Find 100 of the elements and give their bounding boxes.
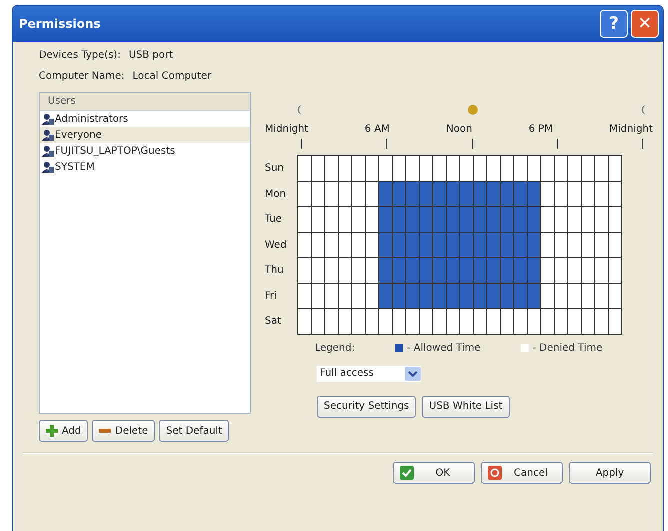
time-slot[interactable] bbox=[433, 309, 446, 334]
time-slot[interactable] bbox=[446, 309, 460, 334]
time-slot[interactable] bbox=[568, 309, 582, 334]
time-slot[interactable] bbox=[298, 284, 312, 309]
time-slot[interactable] bbox=[352, 207, 366, 232]
user-action-button[interactable]: Set Default bbox=[159, 420, 230, 442]
schedule-button[interactable]: USB White List bbox=[422, 396, 510, 418]
time-slot[interactable] bbox=[325, 207, 338, 232]
time-slot[interactable] bbox=[595, 207, 608, 232]
time-slot[interactable] bbox=[460, 309, 474, 334]
time-slot[interactable] bbox=[474, 309, 487, 334]
time-slot[interactable] bbox=[582, 309, 595, 334]
time-slot[interactable] bbox=[528, 309, 541, 334]
time-slot[interactable] bbox=[500, 309, 514, 334]
time-slot[interactable] bbox=[554, 309, 568, 334]
time-slot[interactable] bbox=[487, 309, 500, 334]
time-slot[interactable] bbox=[406, 156, 420, 182]
time-slot[interactable] bbox=[379, 309, 392, 334]
time-slot[interactable] bbox=[541, 207, 554, 232]
time-slot[interactable] bbox=[325, 284, 338, 309]
time-slot[interactable] bbox=[338, 258, 352, 284]
time-slot[interactable] bbox=[541, 182, 554, 207]
dialog-button[interactable]: Apply bbox=[569, 462, 651, 484]
time-slot[interactable] bbox=[352, 232, 366, 258]
time-slot[interactable] bbox=[366, 258, 379, 284]
time-slot[interactable] bbox=[568, 284, 582, 309]
time-slot[interactable] bbox=[554, 258, 568, 284]
time-slot[interactable] bbox=[608, 156, 622, 182]
user-item[interactable]: Everyone bbox=[40, 127, 250, 143]
dialog-button[interactable]: OK bbox=[393, 462, 475, 484]
time-slot[interactable] bbox=[541, 258, 554, 284]
time-slot[interactable] bbox=[325, 258, 338, 284]
time-slot[interactable] bbox=[352, 258, 366, 284]
time-slot[interactable] bbox=[352, 182, 366, 207]
time-slot[interactable] bbox=[325, 232, 338, 258]
time-slot[interactable] bbox=[298, 156, 312, 182]
time-slot[interactable] bbox=[608, 309, 622, 334]
time-slot[interactable] bbox=[420, 156, 433, 182]
time-slot[interactable] bbox=[541, 156, 554, 182]
time-slot[interactable] bbox=[298, 232, 312, 258]
time-slot[interactable] bbox=[352, 284, 366, 309]
time-slot[interactable] bbox=[433, 156, 446, 182]
time-slot[interactable] bbox=[595, 258, 608, 284]
time-slot[interactable] bbox=[325, 156, 338, 182]
time-slot[interactable] bbox=[446, 156, 460, 182]
time-slot[interactable] bbox=[392, 156, 406, 182]
time-slot[interactable] bbox=[595, 232, 608, 258]
time-slot[interactable] bbox=[392, 309, 406, 334]
time-slot[interactable] bbox=[568, 258, 582, 284]
time-slot[interactable] bbox=[312, 156, 325, 182]
time-slot[interactable] bbox=[366, 309, 379, 334]
time-slot[interactable] bbox=[420, 309, 433, 334]
time-slot[interactable] bbox=[568, 182, 582, 207]
help-button[interactable]: ? bbox=[600, 10, 628, 38]
time-slot[interactable] bbox=[298, 309, 312, 334]
time-slot[interactable] bbox=[568, 156, 582, 182]
user-item[interactable]: FUJITSU_LAPTOP\Guests bbox=[40, 143, 250, 159]
time-slot[interactable] bbox=[312, 258, 325, 284]
time-slot[interactable] bbox=[514, 309, 528, 334]
time-slot[interactable] bbox=[338, 207, 352, 232]
user-item[interactable]: Administrators bbox=[40, 111, 250, 127]
time-slot[interactable] bbox=[460, 156, 474, 182]
time-slot[interactable] bbox=[582, 156, 595, 182]
access-dropdown[interactable]: Full access bbox=[317, 366, 421, 382]
time-slot[interactable] bbox=[366, 207, 379, 232]
time-slot[interactable] bbox=[595, 156, 608, 182]
close-button[interactable]: ✕ bbox=[631, 10, 659, 38]
dialog-button[interactable]: Cancel bbox=[481, 462, 563, 484]
time-slot[interactable] bbox=[608, 258, 622, 284]
time-slot[interactable] bbox=[541, 309, 554, 334]
time-slot[interactable] bbox=[500, 156, 514, 182]
time-slot[interactable] bbox=[608, 207, 622, 232]
time-slot[interactable] bbox=[595, 284, 608, 309]
time-slot[interactable] bbox=[554, 207, 568, 232]
time-slot[interactable] bbox=[541, 284, 554, 309]
time-slot[interactable] bbox=[338, 156, 352, 182]
time-slot[interactable] bbox=[312, 309, 325, 334]
user-item[interactable]: SYSTEM bbox=[40, 159, 250, 175]
time-slot[interactable] bbox=[541, 232, 554, 258]
time-slot[interactable] bbox=[474, 156, 487, 182]
time-slot[interactable] bbox=[554, 156, 568, 182]
time-slot[interactable] bbox=[352, 156, 366, 182]
time-slot[interactable] bbox=[298, 258, 312, 284]
time-slot[interactable] bbox=[595, 182, 608, 207]
time-slot[interactable] bbox=[514, 156, 528, 182]
time-slot[interactable] bbox=[406, 309, 420, 334]
time-slot[interactable] bbox=[325, 182, 338, 207]
user-action-button[interactable]: Add bbox=[39, 420, 88, 442]
time-slot[interactable] bbox=[487, 156, 500, 182]
time-slot[interactable] bbox=[595, 309, 608, 334]
time-slot[interactable] bbox=[582, 207, 595, 232]
time-slot[interactable] bbox=[338, 309, 352, 334]
time-slot[interactable] bbox=[528, 156, 541, 182]
time-slot[interactable] bbox=[366, 156, 379, 182]
time-slot[interactable] bbox=[312, 207, 325, 232]
schedule-button[interactable]: Security Settings bbox=[317, 396, 416, 418]
time-slot[interactable] bbox=[379, 156, 392, 182]
time-slot[interactable] bbox=[568, 232, 582, 258]
time-slot[interactable] bbox=[325, 309, 338, 334]
time-slot[interactable] bbox=[298, 207, 312, 232]
